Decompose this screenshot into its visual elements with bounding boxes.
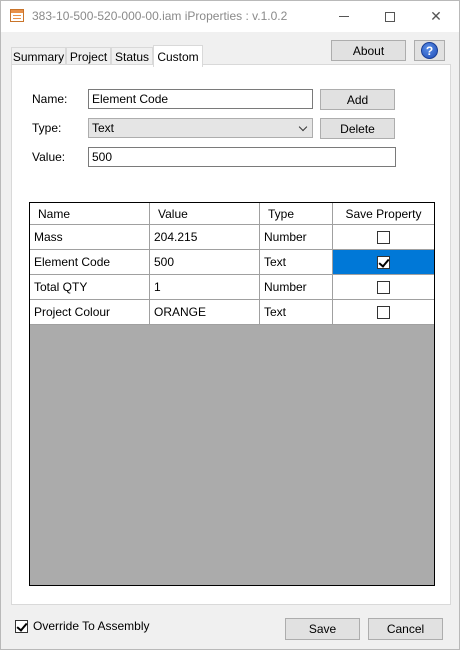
override-label[interactable]: Override To Assembly xyxy=(33,619,150,633)
cell-save-property[interactable] xyxy=(333,225,434,250)
app-icon xyxy=(10,9,24,22)
cell-type[interactable]: Number xyxy=(260,275,333,300)
type-select[interactable]: Text xyxy=(88,118,313,138)
value-label: Value: xyxy=(32,150,66,164)
value-input[interactable]: 500 xyxy=(88,147,396,167)
minimize-button[interactable] xyxy=(321,1,367,32)
table-row[interactable]: Mass 204.215 Number xyxy=(30,225,434,250)
save-property-checkbox[interactable] xyxy=(377,305,390,319)
name-label: Name: xyxy=(32,92,68,106)
cell-save-property[interactable] xyxy=(333,300,434,325)
save-property-checkbox[interactable] xyxy=(377,230,390,244)
properties-grid[interactable]: Name Value Type Save Property Mass 204.2… xyxy=(29,202,435,586)
minimize-icon xyxy=(339,16,349,17)
title-bar: 383-10-500-520-000-00.iam iProperties : … xyxy=(1,1,459,32)
maximize-icon xyxy=(385,11,395,22)
save-button[interactable]: Save xyxy=(285,618,360,640)
help-icon: ? xyxy=(421,42,438,59)
table-row[interactable]: Total QTY 1 Number xyxy=(30,275,434,300)
column-header-name[interactable]: Name xyxy=(30,203,150,225)
cell-value[interactable]: ORANGE xyxy=(150,300,260,325)
type-label: Type: xyxy=(32,121,62,135)
cell-name[interactable]: Mass xyxy=(30,225,150,250)
cell-save-property[interactable] xyxy=(333,275,434,300)
iproperties-window: 383-10-500-520-000-00.iam iProperties : … xyxy=(0,0,460,650)
about-button[interactable]: About xyxy=(331,40,406,61)
cancel-button[interactable]: Cancel xyxy=(368,618,443,640)
delete-button[interactable]: Delete xyxy=(320,118,395,139)
column-header-value[interactable]: Value xyxy=(150,203,260,225)
add-button[interactable]: Add xyxy=(320,89,395,110)
cell-name[interactable]: Project Colour xyxy=(30,300,150,325)
table-row[interactable]: Project Colour ORANGE Text xyxy=(30,300,434,325)
help-button[interactable]: ? xyxy=(414,40,445,61)
close-button[interactable]: ✕ xyxy=(413,1,459,32)
type-select-value: Text xyxy=(92,121,115,135)
window-title: 383-10-500-520-000-00.iam iProperties : … xyxy=(32,9,288,23)
cell-value[interactable]: 500 xyxy=(150,250,260,275)
table-row[interactable]: Element Code 500 Text xyxy=(30,250,434,275)
column-header-type[interactable]: Type xyxy=(260,203,333,225)
save-property-checkbox[interactable] xyxy=(377,255,390,269)
chevron-down-icon xyxy=(298,122,308,132)
maximize-button[interactable] xyxy=(367,1,413,32)
tab-custom[interactable]: Custom xyxy=(153,45,203,67)
cell-type[interactable]: Number xyxy=(260,225,333,250)
grid-header-row: Name Value Type Save Property xyxy=(30,203,434,225)
save-property-checkbox[interactable] xyxy=(377,280,390,294)
override-checkbox[interactable] xyxy=(15,619,28,633)
cell-value[interactable]: 1 xyxy=(150,275,260,300)
cell-name[interactable]: Element Code xyxy=(30,250,150,275)
cell-value[interactable]: 204.215 xyxy=(150,225,260,250)
cell-name[interactable]: Total QTY xyxy=(30,275,150,300)
override-to-assembly[interactable]: Override To Assembly xyxy=(15,618,150,634)
cell-type[interactable]: Text xyxy=(260,250,333,275)
name-input[interactable]: Element Code xyxy=(88,89,313,109)
cell-save-property-selected[interactable] xyxy=(333,250,434,275)
column-header-save-property[interactable]: Save Property xyxy=(333,203,434,225)
close-icon: ✕ xyxy=(430,8,442,24)
cell-type[interactable]: Text xyxy=(260,300,333,325)
